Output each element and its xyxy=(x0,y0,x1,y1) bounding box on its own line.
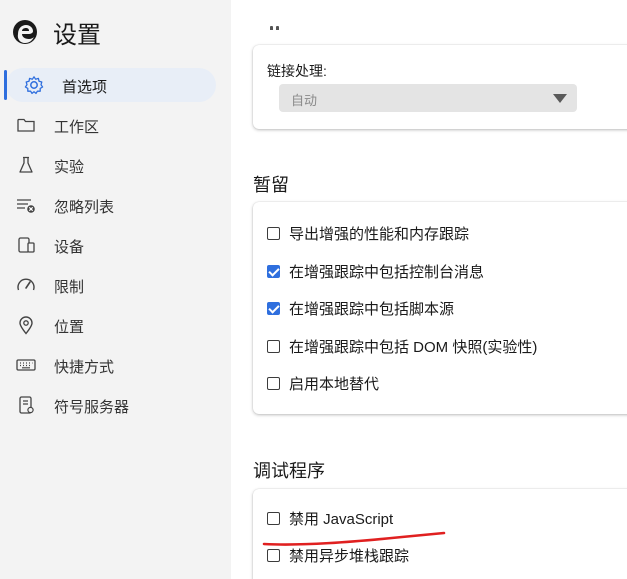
disable-javascript-option[interactable]: 禁用 JavaScript xyxy=(267,507,393,529)
red-underline-annotation xyxy=(262,531,446,546)
option-label: 启用本地替代 xyxy=(289,375,380,393)
sidebar-item-ignore-list[interactable]: 忽略列表 xyxy=(0,188,231,222)
sidebar-item-label: 首选项 xyxy=(62,79,108,96)
sidebar-item-label: 快捷方式 xyxy=(54,359,115,376)
sidebar-item-throttling[interactable]: 限制 xyxy=(0,268,231,302)
app-title: 设置 xyxy=(53,21,101,49)
settings-content[interactable]: 链接处理: 自动 暂留 导出增强的性能和内存跟踪 在增强跟踪中包括控制台消息 在… xyxy=(231,0,627,579)
option-label: 在增强跟踪中包括控制台消息 xyxy=(289,263,485,281)
include-console-messages-option[interactable]: 在增强跟踪中包括控制台消息 xyxy=(267,260,484,282)
option-label: 在增强跟踪中包括 DOM 快照(实验性) xyxy=(289,338,538,356)
sidebar-item-label: 工作区 xyxy=(54,119,100,136)
location-pin-icon xyxy=(19,316,33,335)
symbol-server-icon xyxy=(19,396,34,414)
folder-icon xyxy=(17,118,35,132)
enable-local-overrides-checkbox[interactable] xyxy=(267,376,280,390)
disable-javascript-checkbox[interactable] xyxy=(267,511,280,525)
sidebar-item-devices[interactable]: 设备 xyxy=(0,228,231,262)
sidebar-item-label: 忽略列表 xyxy=(54,199,115,216)
persistence-card: 导出增强的性能和内存跟踪 在增强跟踪中包括控制台消息 在增强跟踪中包括脚本源 在… xyxy=(253,202,627,414)
sidebar-item-label: 位置 xyxy=(54,319,85,336)
active-indicator xyxy=(4,70,7,100)
sidebar-item-locations[interactable]: 位置 xyxy=(0,308,231,342)
sidebar-item-label: 符号服务器 xyxy=(54,399,130,416)
link-handling-label: 链接处理: xyxy=(267,63,327,79)
include-script-sources-checkbox[interactable] xyxy=(267,301,280,315)
option-label: 禁用 JavaScript xyxy=(289,510,394,528)
option-label: 导出增强的性能和内存跟踪 xyxy=(289,225,470,243)
ignore-list-icon xyxy=(17,199,35,213)
include-script-sources-option[interactable]: 在增强跟踪中包括脚本源 xyxy=(267,297,454,319)
include-dom-snapshots-option[interactable]: 在增强跟踪中包括 DOM 快照(实验性) xyxy=(267,335,537,357)
sidebar-item-symbol-servers[interactable]: 符号服务器 xyxy=(0,388,231,422)
edge-logo-icon xyxy=(13,20,37,44)
link-handling-value: 自动 xyxy=(291,93,318,108)
link-handling-select[interactable]: 自动 xyxy=(279,84,577,112)
sidebar-item-label: 实验 xyxy=(54,159,85,176)
sidebar-item-workspace[interactable]: 工作区 xyxy=(0,108,231,142)
export-enhanced-traces-option[interactable]: 导出增强的性能和内存跟踪 xyxy=(267,222,469,244)
export-enhanced-traces-checkbox[interactable] xyxy=(267,226,280,240)
debugger-section-title: 调试程序 xyxy=(253,461,325,481)
gauge-icon xyxy=(17,278,35,291)
sidebar-nav: 首选项 工作区 实验 忽略列表 设备 限制 位置 快捷方式 符号服务器 xyxy=(0,68,231,428)
sidebar: 设置 首选项 工作区 实验 忽略列表 设备 限制 位置 快捷方式 符号服务器 xyxy=(0,0,231,579)
include-dom-snapshots-checkbox[interactable] xyxy=(267,339,280,353)
clipped-section-heading xyxy=(267,18,281,30)
sidebar-item-shortcuts[interactable]: 快捷方式 xyxy=(0,348,231,382)
link-handling-card: 链接处理: 自动 xyxy=(253,45,627,129)
include-console-messages-checkbox[interactable] xyxy=(267,264,280,278)
keyboard-icon xyxy=(16,359,36,371)
app-header: 设置 xyxy=(12,16,101,49)
caret-down-icon xyxy=(553,94,567,103)
sidebar-item-experiments[interactable]: 实验 xyxy=(0,148,231,182)
devices-icon xyxy=(18,237,35,253)
sidebar-item-label: 限制 xyxy=(54,279,85,296)
gear-icon xyxy=(24,76,44,95)
sidebar-item-preferences[interactable]: 首选项 xyxy=(0,68,231,102)
flask-icon xyxy=(19,156,33,173)
persistence-section-title: 暂留 xyxy=(253,175,289,195)
sidebar-item-label: 设备 xyxy=(54,239,85,256)
disable-async-stack-traces-checkbox[interactable] xyxy=(267,548,280,562)
option-label: 在增强跟踪中包括脚本源 xyxy=(289,300,455,318)
enable-local-overrides-option[interactable]: 启用本地替代 xyxy=(267,372,379,394)
